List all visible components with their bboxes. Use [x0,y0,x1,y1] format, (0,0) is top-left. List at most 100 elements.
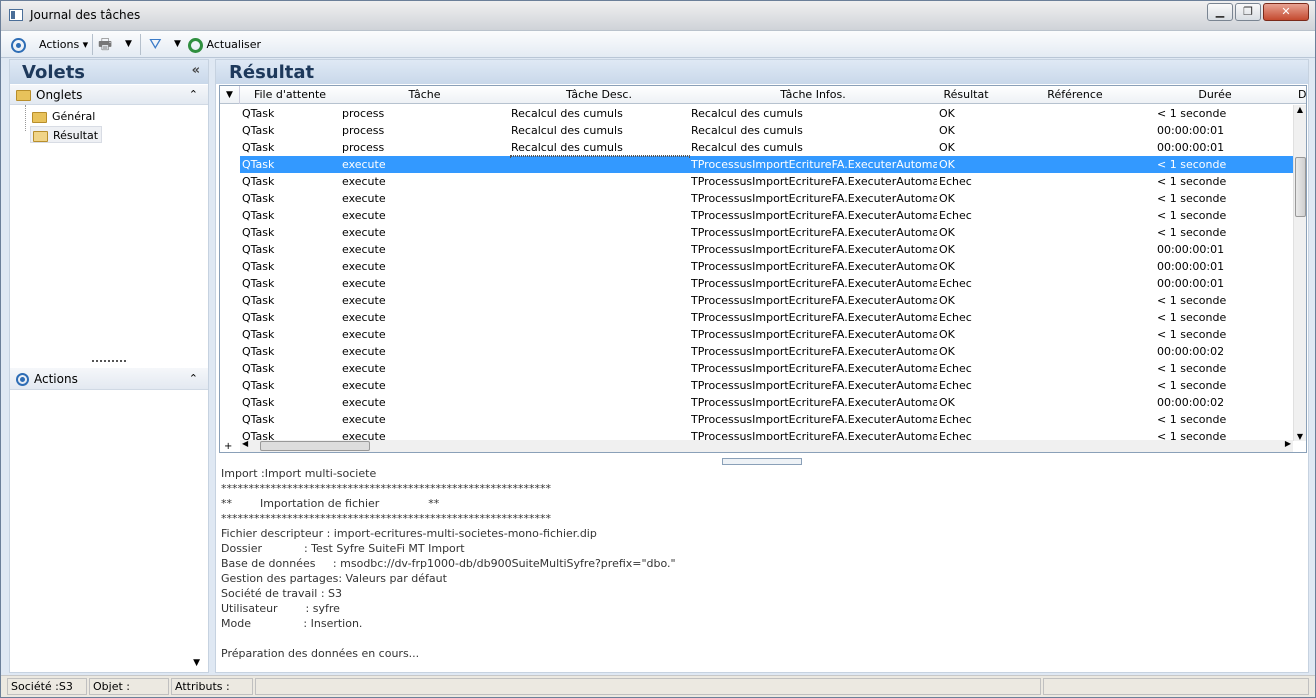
refresh-button[interactable]: Actualiser [188,34,261,55]
filter-icon[interactable]: ⛛ [149,34,162,55]
table-row[interactable]: QTask execute TProcessusImportEcritureFA.E… [240,241,1293,258]
vertical-scrollbar[interactable]: ▲ ▼ [1293,105,1306,441]
result-title: Résultat [216,60,1308,84]
table-cell: < 1 seconde [1157,158,1227,171]
close-button[interactable]: ✕ [1263,3,1309,21]
minimize-button[interactable]: ▁ [1207,3,1233,21]
log-line: Société de travail : S3 [221,587,343,600]
tabs-group-header[interactable]: Onglets ⌃ [10,85,208,105]
horizontal-splitter[interactable] [722,458,802,465]
table-row[interactable]: QTask execute TProcessusImportEcritureFA.E… [240,207,1293,224]
table-cell: < 1 seconde [1157,209,1227,222]
table-cell: execute [342,277,386,290]
table-cell: < 1 seconde [1157,311,1227,324]
log-output: Import :Import multi-societe ************… [219,466,1307,672]
status-objet: Objet : [89,678,169,695]
scroll-up-icon[interactable]: ▲ [1294,105,1306,114]
table-row[interactable]: QTask execute TProcessusImportEcritureFA.E… [240,190,1293,207]
collapse-up-icon[interactable]: ⌃ [189,368,198,390]
table-cell: TProcessusImportEcritureFA.ExecuterAutom… [691,413,937,426]
horizontal-scroll-thumb[interactable] [260,441,370,451]
table-cell: execute [342,158,386,171]
table-row[interactable]: QTask execute TProcessusImportEcritureFA.E… [240,292,1293,309]
col-reference[interactable]: Référence [995,88,1155,101]
table-row[interactable]: QTask execute TProcessusImportEcritureFA.E… [240,156,1293,173]
table-cell: OK [939,141,955,154]
table-row[interactable]: QTask execute TProcessusImportEcritureFA.E… [240,258,1293,275]
toolbar: Actions ▾ 🖶 ▼ ⛛ ▼ Actualiser [1,31,1315,58]
col-resultat[interactable]: Résultat [937,88,995,101]
table-cell: QTask [242,175,275,188]
table-row[interactable]: QTask process Recalcul des cumuls Recalcul … [240,105,1293,122]
table-row[interactable]: QTask execute TProcessusImportEcritureFA.E… [240,224,1293,241]
col-file-attente[interactable]: File d'attente [240,88,340,101]
print-icon[interactable]: 🖶 [98,34,112,55]
collapse-panels-icon[interactable]: « [192,63,200,78]
table-cell: TProcessusImportEcritureFA.ExecuterAutom… [691,362,937,375]
table-cell: OK [939,260,955,273]
table-cell: TProcessusImportEcritureFA.ExecuterAutom… [691,243,937,256]
app-icon [9,9,23,21]
table-cell: QTask [242,209,275,222]
table-row[interactable]: QTask execute TProcessusImportEcritureFA.E… [240,343,1293,360]
scroll-down-icon[interactable]: ▼ [1294,432,1306,441]
table-cell: execute [342,209,386,222]
table-cell: QTask [242,141,275,154]
scroll-down-icon[interactable]: ▼ [193,658,200,668]
status-societe: Société :S3 [7,678,87,695]
table-row[interactable]: QTask execute TProcessusImportEcritureFA.E… [240,360,1293,377]
table-cell: OK [939,328,955,341]
table-cell: < 1 seconde [1157,226,1227,239]
table-row[interactable]: QTask execute TProcessusImportEcritureFA.E… [240,173,1293,190]
table-cell: 00:00:00:01 [1157,243,1225,256]
actions-group-header[interactable]: Actions ⌃ [10,368,208,390]
window-title: Journal des tâches [30,8,141,22]
table-cell: QTask [242,243,275,256]
col-tache[interactable]: Tâche [340,88,509,101]
col-tache-desc[interactable]: Tâche Desc. [509,88,689,101]
collapse-up-icon[interactable]: ⌃ [189,85,198,105]
actions-menu[interactable]: Actions ▾ [39,34,88,55]
actions-icon[interactable] [11,34,26,55]
table-row[interactable]: QTask execute TProcessusImportEcritureFA.E… [240,377,1293,394]
table-cell: QTask [242,328,275,341]
column-chooser-icon[interactable]: ▼ [220,86,240,104]
table-row[interactable]: QTask execute TProcessusImportEcritureFA.E… [240,309,1293,326]
tree-item-general[interactable]: Général [30,108,95,125]
table-cell: execute [342,260,386,273]
filter-dropdown-icon[interactable]: ▼ [174,34,181,55]
splitter-grip[interactable] [92,360,126,362]
status-bar: Société :S3 Objet : Attributs : [1,675,1315,697]
table-row[interactable]: QTask execute TProcessusImportEcritureFA.E… [240,394,1293,411]
table-cell: QTask [242,345,275,358]
horizontal-scrollbar[interactable]: ◀ ▶ [240,439,1293,452]
table-cell: < 1 seconde [1157,107,1227,120]
table-cell: TProcessusImportEcritureFA.ExecuterAutom… [691,379,937,392]
table-cell: Echec [939,311,972,324]
col-duree[interactable]: Durée [1155,88,1275,101]
table-cell: < 1 seconde [1157,192,1227,205]
table-cell: execute [342,345,386,358]
log-line: Mode : Insertion. [221,617,363,630]
log-line: Base de données : msodbc://dv-frp1000-db… [221,557,676,570]
tree-item-resultat[interactable]: Résultat [30,126,103,143]
table-row[interactable]: QTask execute TProcessusImportEcritureFA.E… [240,326,1293,343]
scroll-left-icon[interactable]: ◀ [242,439,248,448]
table-row[interactable]: QTask process Recalcul des cumuls Recalcul … [240,122,1293,139]
table-cell: 00:00:00:01 [1157,124,1225,137]
col-tache-infos[interactable]: Tâche Infos. [689,88,937,101]
table-cell: QTask [242,107,275,120]
table-row[interactable]: QTask execute TProcessusImportEcritureFA.E… [240,275,1293,292]
table-row[interactable]: QTask execute TProcessusImportEcritureFA.E… [240,411,1293,428]
add-row-icon[interactable]: + [224,441,232,452]
log-line: Gestion des partages: Valeurs par défaut [221,572,447,585]
refresh-icon [188,37,203,53]
vertical-scroll-thumb[interactable] [1295,157,1306,217]
table-cell: OK [939,192,955,205]
scroll-right-icon[interactable]: ▶ [1285,439,1291,448]
tabs-tree: Général Résultat [10,105,208,355]
print-dropdown-icon[interactable]: ▼ [125,34,132,55]
table-row[interactable]: QTask process Recalcul des cumuls Recalcul … [240,139,1293,156]
maximize-button[interactable]: ❐ [1235,3,1261,21]
col-d[interactable]: D [1298,88,1306,101]
